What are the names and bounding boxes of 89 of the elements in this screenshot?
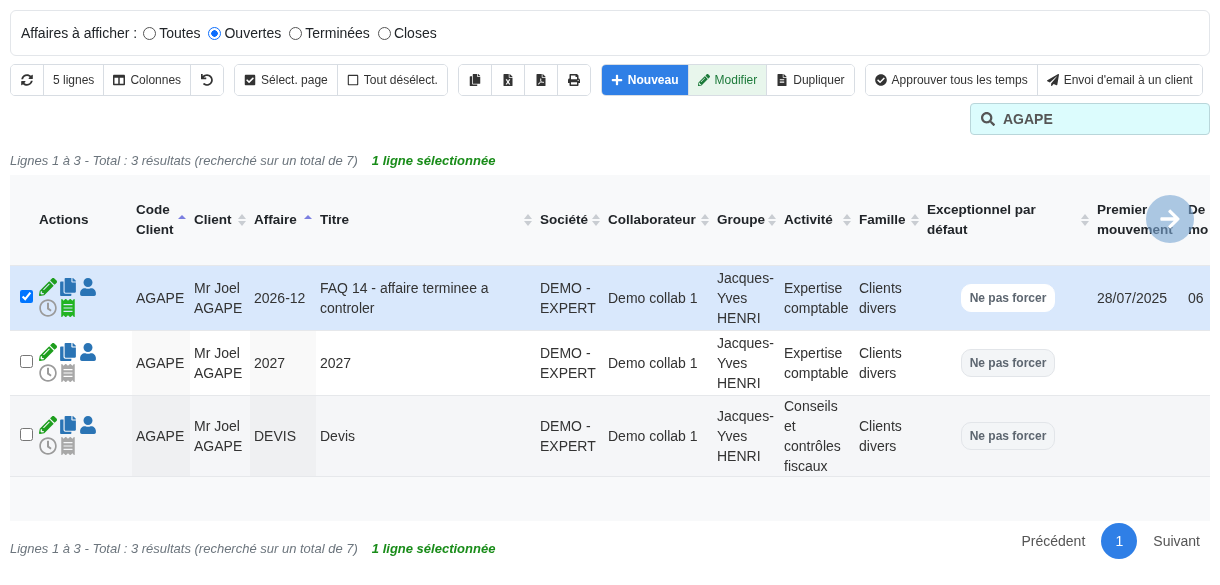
table-cell-text: Devis — [320, 426, 356, 446]
table-cell-text: Demo collab 1 — [608, 288, 699, 308]
results-summary: Lignes 1 à 3 - Total : 3 résultats (recherché sur un total de 7) — [10, 152, 358, 168]
filter-radio[interactable]: Terminées — [289, 25, 370, 41]
reset-icon — [201, 74, 214, 86]
table-cell-text: AGAPE — [136, 353, 186, 373]
deselect-all-button[interactable]: Tout désélect. — [336, 65, 447, 95]
table-cell-text: Expertise comptable — [784, 278, 850, 318]
clock-icon[interactable] — [39, 364, 57, 382]
print-icon — [567, 74, 580, 86]
column-header[interactable]: Activité — [784, 209, 833, 230]
pdf-file-icon — [534, 74, 547, 86]
column-header: Actions — [39, 211, 89, 227]
row-checkbox[interactable] — [20, 289, 33, 303]
pencil-icon[interactable] — [39, 278, 57, 296]
receipt-icon[interactable] — [59, 437, 77, 455]
excel-file-icon — [501, 74, 514, 86]
filter-radio[interactable]: Ouvertes — [208, 25, 282, 41]
table-cell-text: Mr Joel AGAPE — [194, 416, 244, 456]
user-icon[interactable] — [79, 343, 97, 361]
pencil-icon[interactable] — [39, 343, 57, 361]
column-header[interactable]: Famille — [859, 209, 906, 230]
table-cell-text: 06 — [1188, 288, 1205, 308]
table-cell-text: DEMO - EXPERT — [540, 343, 597, 383]
columns-icon — [113, 74, 126, 86]
filter-radio[interactable]: Toutes — [143, 25, 201, 41]
column-header[interactable]: Collaborateur — [608, 209, 696, 230]
receipt-icon[interactable] — [59, 364, 77, 382]
table-cell-text: AGAPE — [136, 288, 186, 308]
status-badge: Ne pas forcer — [960, 283, 1056, 312]
plus-icon — [610, 74, 623, 86]
selection-count: 1 ligne sélectionnée — [371, 541, 496, 556]
table-cell-text: DEMO - EXPERT — [540, 416, 597, 456]
table-cell-text: Mr Joel AGAPE — [194, 343, 244, 383]
table-cell-text: Clients divers — [859, 278, 903, 318]
table-cell-text: DEMO - EXPERT — [540, 278, 597, 318]
table-cell-text: AGAPE — [136, 426, 186, 446]
pencil-icon[interactable] — [39, 416, 57, 434]
duplicate-button[interactable]: Dupliquer — [766, 65, 854, 95]
table-cell-text: Mr Joel AGAPE — [194, 278, 244, 318]
send-email-button[interactable]: Envoi d'email à un client — [1036, 65, 1202, 95]
table-cell-text: 2027 — [254, 353, 287, 373]
table-cell-text: Clients divers — [859, 343, 903, 383]
results-summary: Lignes 1 à 3 - Total : 3 résultats (recherché sur un total de 7) — [10, 541, 358, 556]
column-header[interactable]: Affaire — [254, 209, 297, 230]
refresh-icon — [21, 74, 33, 86]
table-cell-text: Demo collab 1 — [608, 353, 699, 373]
column-header[interactable]: Société — [540, 209, 589, 230]
search-icon — [981, 112, 995, 126]
table-cell-text: Conseils et contrôles fiscaux — [784, 396, 842, 476]
user-icon[interactable] — [79, 278, 97, 296]
copy-icon — [468, 74, 481, 86]
table-cell-text: 28/07/2025 — [1097, 288, 1169, 308]
page-number[interactable]: 1 — [1101, 522, 1138, 559]
search-field[interactable]: AGAPE — [970, 103, 1210, 135]
row-checkbox[interactable] — [20, 427, 33, 441]
column-header[interactable]: Groupe — [717, 209, 765, 230]
table-cell-text: DEVIS — [254, 426, 297, 446]
edit-button[interactable]: Modifier — [687, 65, 767, 95]
table-cell-text: FAQ 14 - affaire terminee a controler — [320, 278, 490, 318]
print-button[interactable] — [556, 65, 590, 95]
table-cell-text: Expertise comptable — [784, 343, 850, 383]
table-cell-text: Jacques-Yves HENRI — [717, 406, 775, 466]
status-badge: Ne pas forcer — [960, 421, 1056, 450]
filter-label: Affaires à afficher : — [21, 25, 138, 41]
pencil-icon — [697, 74, 710, 86]
table-cell-text: Jacques-Yves HENRI — [717, 268, 775, 328]
clock-icon[interactable] — [39, 299, 57, 317]
row-checkbox[interactable] — [20, 354, 33, 368]
receipt-icon[interactable] — [59, 299, 77, 317]
column-header[interactable]: Client — [194, 209, 232, 230]
reset-button[interactable] — [190, 65, 224, 95]
column-header[interactable]: Titre — [320, 209, 349, 230]
empty-box-icon — [346, 74, 359, 86]
next-link[interactable]: Suivant — [1143, 524, 1210, 557]
table-cell-text: Jacques-Yves HENRI — [717, 333, 775, 393]
selection-count: 1 ligne sélectionnée — [371, 152, 496, 168]
user-icon[interactable] — [79, 416, 97, 434]
previous-link[interactable]: Précédent — [1011, 524, 1096, 557]
paper-plane-icon — [1046, 74, 1059, 86]
checked-box-icon — [244, 74, 257, 86]
table-cell-text: 2026-12 — [254, 288, 307, 308]
clock-icon[interactable] — [39, 437, 57, 455]
table-cell-text: Clients divers — [859, 416, 903, 456]
new-button[interactable]: Nouveau — [601, 65, 688, 95]
filter-radio[interactable]: Closes — [377, 25, 437, 41]
table-cell-text: 2027 — [320, 353, 353, 373]
table-cell-text: Demo collab 1 — [608, 426, 699, 446]
status-badge: Ne pas forcer — [960, 348, 1056, 377]
